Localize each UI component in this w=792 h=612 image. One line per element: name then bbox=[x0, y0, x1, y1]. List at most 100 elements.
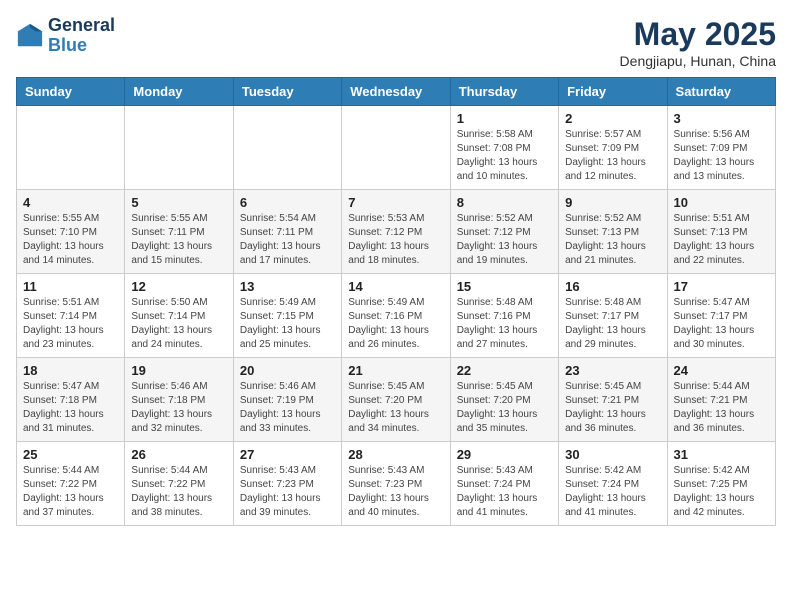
weekday-header-monday: Monday bbox=[125, 78, 233, 106]
logo-line2: Blue bbox=[48, 36, 115, 56]
day-number: 7 bbox=[348, 195, 443, 210]
calendar-week-row: 1Sunrise: 5:58 AM Sunset: 7:08 PM Daylig… bbox=[17, 106, 776, 190]
day-info: Sunrise: 5:45 AM Sunset: 7:21 PM Dayligh… bbox=[565, 380, 660, 436]
calendar-cell bbox=[233, 106, 341, 190]
weekday-header-friday: Friday bbox=[559, 78, 667, 106]
day-number: 27 bbox=[240, 447, 335, 462]
calendar-cell: 26 Sunrise: 5:44 AM Sunset: 7:22 PM Dayli… bbox=[125, 442, 233, 526]
calendar-cell: 4 Sunrise: 5:55 AM Sunset: 7:10 PM Daylig… bbox=[17, 190, 125, 274]
day-info: Sunrise: 5:44 AM Sunset: 7:22 PM Dayligh… bbox=[131, 464, 226, 520]
calendar-cell: 1Sunrise: 5:58 AM Sunset: 7:08 PM Daylig… bbox=[450, 106, 558, 190]
day-number: 31 bbox=[674, 447, 769, 462]
day-info: Sunrise: 5:51 AM Sunset: 7:13 PM Dayligh… bbox=[674, 212, 769, 268]
day-info: Sunrise: 5:55 AM Sunset: 7:11 PM Dayligh… bbox=[131, 212, 226, 268]
calendar-week-row: 25 Sunrise: 5:44 AM Sunset: 7:22 PM Dayli… bbox=[17, 442, 776, 526]
calendar-table: SundayMondayTuesdayWednesdayThursdayFrid… bbox=[16, 77, 776, 526]
day-number: 20 bbox=[240, 363, 335, 378]
day-number: 3 bbox=[674, 111, 769, 126]
day-info: Sunrise: 5:47 AM Sunset: 7:17 PM Dayligh… bbox=[674, 296, 769, 352]
day-info: Sunrise: 5:49 AM Sunset: 7:16 PM Dayligh… bbox=[348, 296, 443, 352]
calendar-cell: 16Sunrise: 5:48 AM Sunset: 7:17 PM Dayli… bbox=[559, 274, 667, 358]
day-number: 19 bbox=[131, 363, 226, 378]
calendar-cell: 14 Sunrise: 5:49 AM Sunset: 7:16 PM Dayli… bbox=[342, 274, 450, 358]
day-info: Sunrise: 5:52 AM Sunset: 7:13 PM Dayligh… bbox=[565, 212, 660, 268]
calendar-cell: 13Sunrise: 5:49 AM Sunset: 7:15 PM Dayli… bbox=[233, 274, 341, 358]
day-number: 12 bbox=[131, 279, 226, 294]
weekday-header-sunday: Sunday bbox=[17, 78, 125, 106]
day-info: Sunrise: 5:43 AM Sunset: 7:23 PM Dayligh… bbox=[240, 464, 335, 520]
day-info: Sunrise: 5:45 AM Sunset: 7:20 PM Dayligh… bbox=[348, 380, 443, 436]
day-info: Sunrise: 5:49 AM Sunset: 7:15 PM Dayligh… bbox=[240, 296, 335, 352]
day-number: 2 bbox=[565, 111, 660, 126]
calendar-cell: 3Sunrise: 5:56 AM Sunset: 7:09 PM Daylig… bbox=[667, 106, 775, 190]
day-number: 28 bbox=[348, 447, 443, 462]
day-number: 14 bbox=[348, 279, 443, 294]
day-number: 25 bbox=[23, 447, 118, 462]
day-info: Sunrise: 5:43 AM Sunset: 7:23 PM Dayligh… bbox=[348, 464, 443, 520]
calendar-cell: 20Sunrise: 5:46 AM Sunset: 7:19 PM Dayli… bbox=[233, 358, 341, 442]
day-info: Sunrise: 5:44 AM Sunset: 7:22 PM Dayligh… bbox=[23, 464, 118, 520]
weekday-header-tuesday: Tuesday bbox=[233, 78, 341, 106]
calendar-cell: 19 Sunrise: 5:46 AM Sunset: 7:18 PM Dayli… bbox=[125, 358, 233, 442]
month-title: May 2025 bbox=[620, 16, 776, 53]
calendar-cell: 7 Sunrise: 5:53 AM Sunset: 7:12 PM Daylig… bbox=[342, 190, 450, 274]
day-info: Sunrise: 5:42 AM Sunset: 7:24 PM Dayligh… bbox=[565, 464, 660, 520]
day-info: Sunrise: 5:53 AM Sunset: 7:12 PM Dayligh… bbox=[348, 212, 443, 268]
calendar-cell: 15 Sunrise: 5:48 AM Sunset: 7:16 PM Dayli… bbox=[450, 274, 558, 358]
calendar-cell: 24Sunrise: 5:44 AM Sunset: 7:21 PM Dayli… bbox=[667, 358, 775, 442]
logo-line1: General bbox=[48, 16, 115, 36]
location: Dengjiapu, Hunan, China bbox=[620, 53, 776, 69]
day-info: Sunrise: 5:46 AM Sunset: 7:18 PM Dayligh… bbox=[131, 380, 226, 436]
day-number: 10 bbox=[674, 195, 769, 210]
day-number: 11 bbox=[23, 279, 118, 294]
calendar-cell: 30Sunrise: 5:42 AM Sunset: 7:24 PM Dayli… bbox=[559, 442, 667, 526]
calendar-cell: 27 Sunrise: 5:43 AM Sunset: 7:23 PM Dayli… bbox=[233, 442, 341, 526]
day-number: 17 bbox=[674, 279, 769, 294]
day-number: 9 bbox=[565, 195, 660, 210]
weekday-header-thursday: Thursday bbox=[450, 78, 558, 106]
calendar-cell: 10 Sunrise: 5:51 AM Sunset: 7:13 PM Dayli… bbox=[667, 190, 775, 274]
calendar-cell: 6Sunrise: 5:54 AM Sunset: 7:11 PM Daylig… bbox=[233, 190, 341, 274]
calendar-cell: 21 Sunrise: 5:45 AM Sunset: 7:20 PM Dayli… bbox=[342, 358, 450, 442]
calendar-cell bbox=[342, 106, 450, 190]
day-number: 1 bbox=[457, 111, 552, 126]
calendar-cell: 2Sunrise: 5:57 AM Sunset: 7:09 PM Daylig… bbox=[559, 106, 667, 190]
day-info: Sunrise: 5:47 AM Sunset: 7:18 PM Dayligh… bbox=[23, 380, 118, 436]
day-info: Sunrise: 5:48 AM Sunset: 7:16 PM Dayligh… bbox=[457, 296, 552, 352]
day-number: 8 bbox=[457, 195, 552, 210]
calendar-week-row: 11Sunrise: 5:51 AM Sunset: 7:14 PM Dayli… bbox=[17, 274, 776, 358]
calendar-cell bbox=[17, 106, 125, 190]
day-number: 22 bbox=[457, 363, 552, 378]
day-info: Sunrise: 5:44 AM Sunset: 7:21 PM Dayligh… bbox=[674, 380, 769, 436]
day-number: 4 bbox=[23, 195, 118, 210]
calendar-cell: 17 Sunrise: 5:47 AM Sunset: 7:17 PM Dayli… bbox=[667, 274, 775, 358]
calendar-cell: 18 Sunrise: 5:47 AM Sunset: 7:18 PM Dayli… bbox=[17, 358, 125, 442]
day-number: 15 bbox=[457, 279, 552, 294]
calendar-cell: 22 Sunrise: 5:45 AM Sunset: 7:20 PM Dayli… bbox=[450, 358, 558, 442]
day-info: Sunrise: 5:45 AM Sunset: 7:20 PM Dayligh… bbox=[457, 380, 552, 436]
day-info: Sunrise: 5:55 AM Sunset: 7:10 PM Dayligh… bbox=[23, 212, 118, 268]
calendar-week-row: 4 Sunrise: 5:55 AM Sunset: 7:10 PM Daylig… bbox=[17, 190, 776, 274]
page-header: General Blue May 2025 Dengjiapu, Hunan, … bbox=[16, 16, 776, 69]
day-info: Sunrise: 5:42 AM Sunset: 7:25 PM Dayligh… bbox=[674, 464, 769, 520]
day-number: 23 bbox=[565, 363, 660, 378]
day-number: 16 bbox=[565, 279, 660, 294]
calendar-cell: 25 Sunrise: 5:44 AM Sunset: 7:22 PM Dayli… bbox=[17, 442, 125, 526]
day-number: 29 bbox=[457, 447, 552, 462]
calendar-cell: 5 Sunrise: 5:55 AM Sunset: 7:11 PM Daylig… bbox=[125, 190, 233, 274]
day-number: 21 bbox=[348, 363, 443, 378]
calendar-cell: 8 Sunrise: 5:52 AM Sunset: 7:12 PM Daylig… bbox=[450, 190, 558, 274]
calendar-cell: 11Sunrise: 5:51 AM Sunset: 7:14 PM Dayli… bbox=[17, 274, 125, 358]
weekday-header-row: SundayMondayTuesdayWednesdayThursdayFrid… bbox=[17, 78, 776, 106]
day-number: 18 bbox=[23, 363, 118, 378]
day-info: Sunrise: 5:52 AM Sunset: 7:12 PM Dayligh… bbox=[457, 212, 552, 268]
weekday-header-saturday: Saturday bbox=[667, 78, 775, 106]
calendar-cell: 31 Sunrise: 5:42 AM Sunset: 7:25 PM Dayli… bbox=[667, 442, 775, 526]
weekday-header-wednesday: Wednesday bbox=[342, 78, 450, 106]
calendar-week-row: 18 Sunrise: 5:47 AM Sunset: 7:18 PM Dayli… bbox=[17, 358, 776, 442]
calendar-cell: 23 Sunrise: 5:45 AM Sunset: 7:21 PM Dayli… bbox=[559, 358, 667, 442]
day-number: 26 bbox=[131, 447, 226, 462]
calendar-cell: 28 Sunrise: 5:43 AM Sunset: 7:23 PM Dayli… bbox=[342, 442, 450, 526]
day-number: 5 bbox=[131, 195, 226, 210]
logo: General Blue bbox=[16, 16, 115, 56]
